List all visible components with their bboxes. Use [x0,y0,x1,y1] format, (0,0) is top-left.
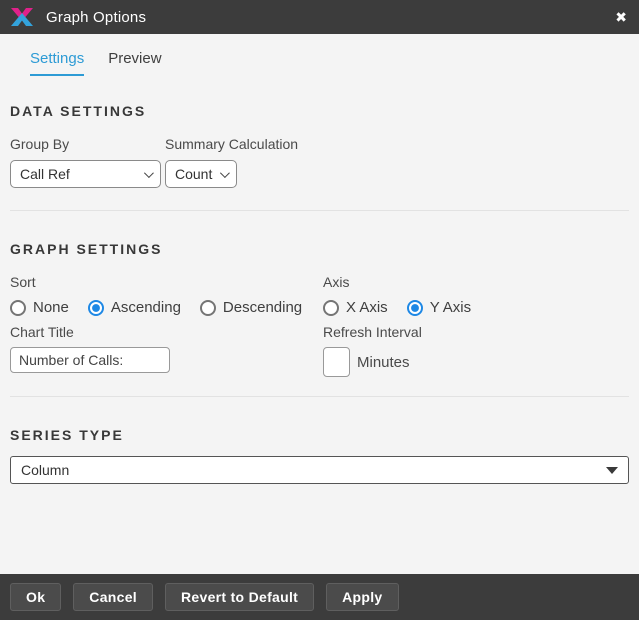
summary-calculation-field: Summary Calculation Count [165,136,298,188]
axis-option-x[interactable]: X Axis [323,299,388,316]
sort-option-none[interactable]: None [10,299,69,316]
graph-settings-right-column: Axis X Axis Y Axis Refresh Interval Minu… [323,274,639,377]
revert-to-default-button[interactable]: Revert to Default [165,583,314,611]
tab-preview[interactable]: Preview [108,50,161,76]
tab-settings[interactable]: Settings [30,50,84,76]
sort-none-radio[interactable] [10,300,26,316]
close-icon[interactable]: ✖ [613,8,629,26]
cancel-button[interactable]: Cancel [73,583,153,611]
x-axis-label[interactable]: X Axis [346,299,388,316]
axis-option-y[interactable]: Y Axis [407,299,471,316]
sort-descending-label[interactable]: Descending [223,299,302,316]
apply-button[interactable]: Apply [326,583,398,611]
footer-bar: Ok Cancel Revert to Default Apply [0,574,639,620]
summary-calculation-label: Summary Calculation [165,136,298,152]
refresh-interval-row: Minutes [323,347,639,377]
sort-descending-radio[interactable] [200,300,216,316]
section-divider [10,210,629,211]
axis-radio-group: X Axis Y Axis [323,299,639,316]
refresh-interval-input[interactable] [323,347,350,377]
series-type-heading: SERIES TYPE [10,427,639,443]
refresh-interval-label: Refresh Interval [323,324,639,340]
chart-title-input[interactable] [10,347,170,373]
graph-settings-left-column: Sort None Ascending Descending Ch [10,274,323,377]
sort-option-ascending[interactable]: Ascending [88,299,181,316]
data-settings-heading: DATA SETTINGS [10,103,639,119]
triangle-down-icon [606,467,618,474]
y-axis-label[interactable]: Y Axis [430,299,471,316]
sort-radio-group: None Ascending Descending [10,299,323,316]
group-by-value: Call Ref [20,166,70,182]
group-by-select[interactable]: Call Ref [10,160,161,188]
group-by-label: Group By [10,136,165,152]
sort-ascending-label[interactable]: Ascending [111,299,181,316]
axis-label: Axis [323,274,639,290]
summary-calculation-select[interactable]: Count [165,160,237,188]
graph-settings-fields: Sort None Ascending Descending Ch [10,274,639,377]
chevron-down-icon [220,168,230,178]
series-type-value: Column [21,462,69,478]
dialog-title: Graph Options [46,9,146,26]
sort-option-descending[interactable]: Descending [200,299,302,316]
chart-title-label: Chart Title [10,324,323,340]
y-axis-radio[interactable] [407,300,423,316]
xima-logo-icon [10,5,34,29]
sort-ascending-radio[interactable] [88,300,104,316]
summary-calculation-value: Count [175,166,212,182]
sort-none-label[interactable]: None [33,299,69,316]
tab-bar: Settings Preview [30,50,639,76]
titlebar: Graph Options ✖ [0,0,639,34]
dialog-content: Settings Preview DATA SETTINGS Group By … [0,34,639,574]
sort-label: Sort [10,274,323,290]
group-by-field: Group By Call Ref [10,136,165,188]
graph-options-dialog: Graph Options ✖ Settings Preview DATA SE… [0,0,639,620]
section-divider [10,396,629,397]
chevron-down-icon [144,168,154,178]
graph-settings-heading: GRAPH SETTINGS [10,241,639,257]
x-axis-radio[interactable] [323,300,339,316]
data-settings-fields: Group By Call Ref Summary Calculation Co… [10,136,639,188]
series-type-select[interactable]: Column [10,456,629,484]
refresh-interval-unit: Minutes [357,354,410,371]
ok-button[interactable]: Ok [10,583,61,611]
